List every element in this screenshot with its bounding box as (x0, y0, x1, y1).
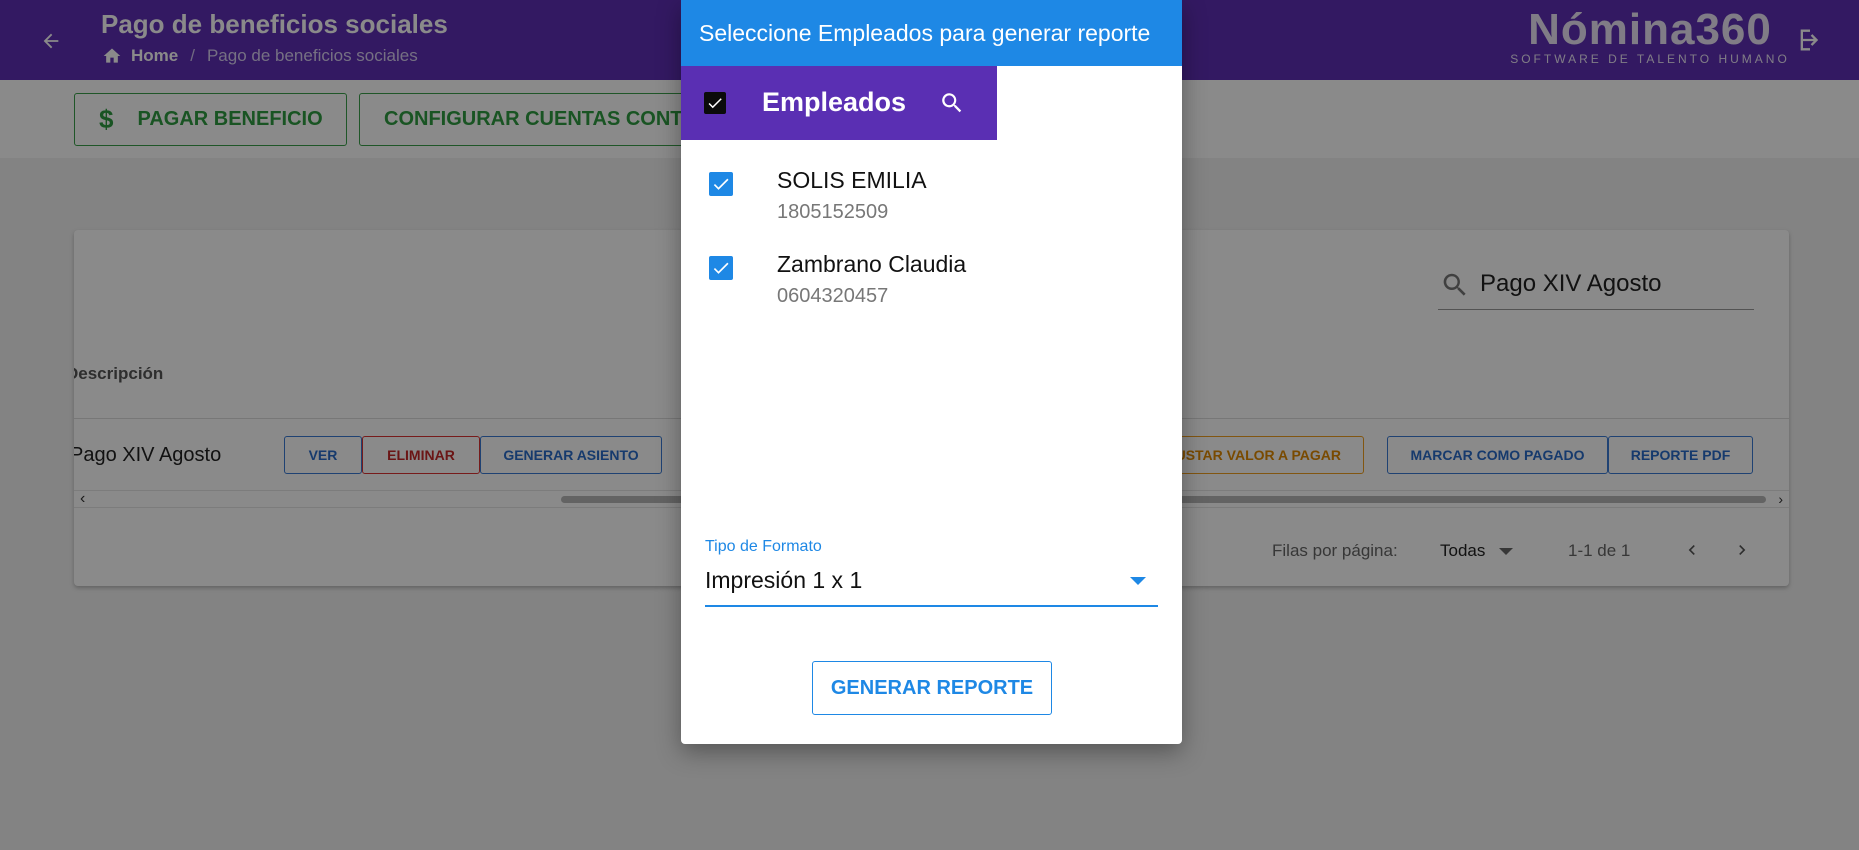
employee-id: 0604320457 (777, 285, 889, 307)
employees-label: Empleados (762, 87, 907, 117)
employee-list-item[interactable]: Zambrano Claudia 0604320457 (681, 242, 1182, 322)
employee-checkbox[interactable] (709, 172, 733, 196)
select-employees-dialog: Seleccione Empleados para generar report… (681, 0, 1182, 744)
search-icon[interactable] (939, 90, 965, 121)
format-type-select[interactable]: Impresión 1 x 1 (705, 562, 1158, 607)
employee-name: SOLIS EMILIA (777, 167, 927, 193)
employee-checkbox[interactable] (709, 256, 733, 280)
format-type-label: Tipo de Formato (705, 538, 822, 555)
employee-id: 1805152509 (777, 201, 889, 223)
select-all-checkbox[interactable] (704, 92, 726, 114)
format-type-value: Impresión 1 x 1 (705, 567, 863, 593)
caret-down-icon (1130, 577, 1146, 585)
employees-header: Empleados (681, 66, 997, 140)
employee-list-item[interactable]: SOLIS EMILIA 1805152509 (681, 158, 1182, 238)
dialog-title: Seleccione Empleados para generar report… (681, 0, 1182, 66)
employee-name: Zambrano Claudia (777, 251, 967, 277)
generate-report-button[interactable]: GENERAR REPORTE (812, 661, 1052, 715)
